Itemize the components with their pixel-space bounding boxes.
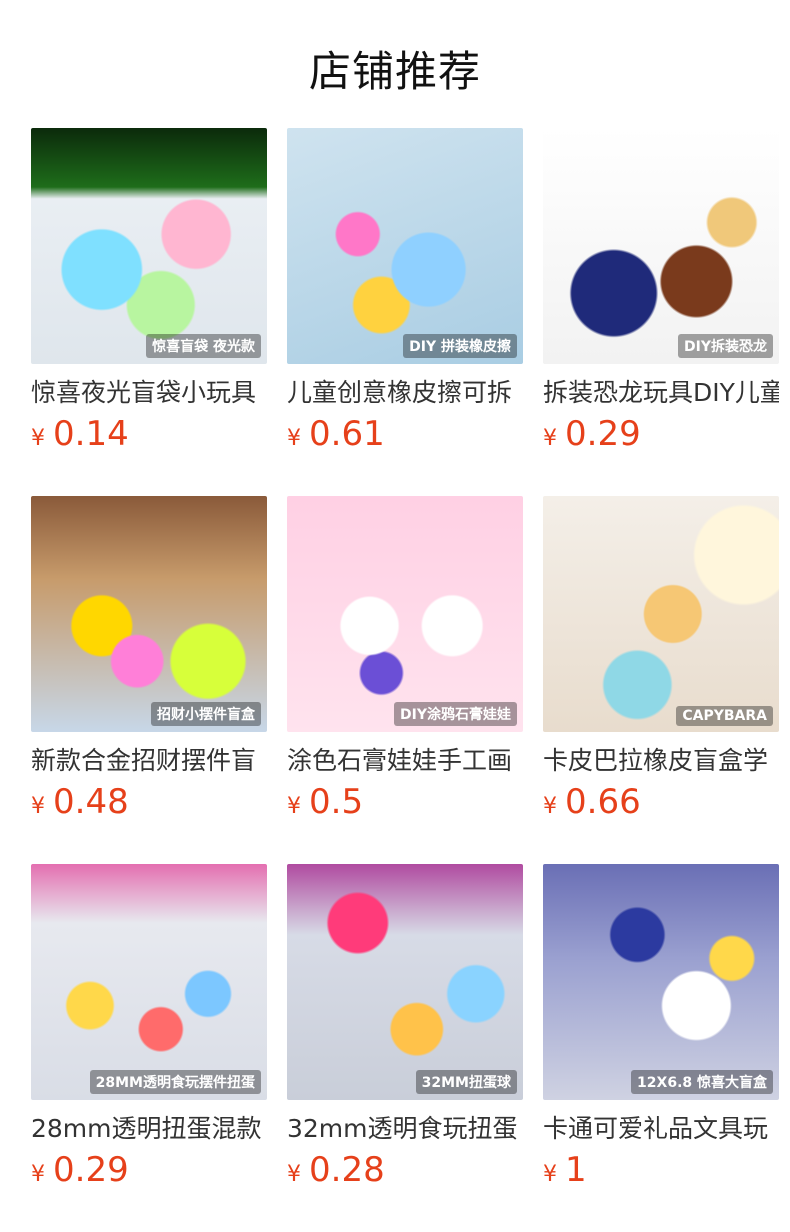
product-image[interactable]: 招财小摆件盲盒 (31, 496, 267, 732)
price-value: 0.61 (309, 414, 385, 454)
page-title: 店铺推荐 (308, 47, 481, 96)
product-price: ¥1 (543, 1150, 779, 1190)
product-title[interactable]: 28mm透明扭蛋混款 (31, 1112, 267, 1146)
currency-symbol: ¥ (543, 1162, 557, 1187)
product-image[interactable]: DIY拆装恐龙 (543, 128, 779, 364)
product-card[interactable]: 32MM扭蛋球 32mm透明食玩扭蛋 ¥0.28 (287, 864, 523, 1232)
product-image-caption: 12X6.8 惊喜大盲盒 (631, 1070, 773, 1094)
currency-symbol: ¥ (543, 426, 557, 451)
product-image-caption: 28MM透明食玩摆件扭蛋 (89, 1070, 261, 1094)
product-image[interactable]: 惊喜盲袋 夜光款 (31, 128, 267, 364)
product-grid: 惊喜盲袋 夜光款 惊喜夜光盲袋小玩具 ¥0.14 DIY 拼装橡皮擦 儿童创意橡… (31, 128, 779, 1232)
page-header: 店铺推荐 (0, 0, 790, 128)
product-image[interactable]: 28MM透明食玩摆件扭蛋 (31, 864, 267, 1100)
product-card[interactable]: DIY涂鸦石膏娃娃 涂色石膏娃娃手工画 ¥0.5 (287, 496, 523, 864)
currency-symbol: ¥ (287, 426, 301, 451)
product-image[interactable]: DIY涂鸦石膏娃娃 (287, 496, 523, 732)
product-card[interactable]: 28MM透明食玩摆件扭蛋 28mm透明扭蛋混款 ¥0.29 (31, 864, 267, 1232)
product-price: ¥0.61 (287, 414, 523, 454)
currency-symbol: ¥ (287, 794, 301, 819)
product-price: ¥0.29 (31, 1150, 267, 1190)
product-price: ¥0.29 (543, 414, 779, 454)
product-price: ¥0.5 (287, 782, 523, 822)
price-value: 0.66 (565, 782, 641, 822)
price-value: 0.28 (309, 1150, 385, 1190)
price-value: 1 (565, 1150, 587, 1190)
product-price: ¥0.14 (31, 414, 267, 454)
product-image-caption: 惊喜盲袋 夜光款 (146, 334, 261, 358)
product-image-caption: DIY 拼装橡皮擦 (403, 334, 517, 358)
product-card[interactable]: DIY拆装恐龙 拆装恐龙玩具DIY儿童 ¥0.29 (543, 128, 779, 496)
product-image[interactable]: DIY 拼装橡皮擦 (287, 128, 523, 364)
product-title[interactable]: 32mm透明食玩扭蛋 (287, 1112, 523, 1146)
product-price: ¥0.28 (287, 1150, 523, 1190)
product-title[interactable]: 新款合金招财摆件盲 (31, 744, 267, 778)
currency-symbol: ¥ (31, 426, 45, 451)
price-value: 0.14 (53, 414, 129, 454)
product-title[interactable]: 涂色石膏娃娃手工画 (287, 744, 523, 778)
product-card[interactable]: DIY 拼装橡皮擦 儿童创意橡皮擦可拆 ¥0.61 (287, 128, 523, 496)
product-title[interactable]: 拆装恐龙玩具DIY儿童 (543, 376, 779, 410)
product-image[interactable]: 32MM扭蛋球 (287, 864, 523, 1100)
currency-symbol: ¥ (543, 794, 557, 819)
product-image-caption: CAPYBARA (676, 706, 773, 726)
price-value: 0.29 (565, 414, 641, 454)
price-value: 0.5 (309, 782, 364, 822)
product-title[interactable]: 惊喜夜光盲袋小玩具 (31, 376, 267, 410)
product-price: ¥0.48 (31, 782, 267, 822)
product-title[interactable]: 儿童创意橡皮擦可拆 (287, 376, 523, 410)
product-price: ¥0.66 (543, 782, 779, 822)
product-title[interactable]: 卡通可爱礼品文具玩 (543, 1112, 779, 1146)
product-card[interactable]: CAPYBARA 卡皮巴拉橡皮盲盒学 ¥0.66 (543, 496, 779, 864)
currency-symbol: ¥ (287, 1162, 301, 1187)
product-image-caption: 32MM扭蛋球 (415, 1070, 517, 1094)
product-card[interactable]: 12X6.8 惊喜大盲盒 卡通可爱礼品文具玩 ¥1 (543, 864, 779, 1232)
product-image[interactable]: 12X6.8 惊喜大盲盒 (543, 864, 779, 1100)
product-card[interactable]: 招财小摆件盲盒 新款合金招财摆件盲 ¥0.48 (31, 496, 267, 864)
product-image[interactable]: CAPYBARA (543, 496, 779, 732)
product-image-caption: DIY拆装恐龙 (678, 334, 773, 358)
product-title[interactable]: 卡皮巴拉橡皮盲盒学 (543, 744, 779, 778)
product-image-caption: 招财小摆件盲盒 (151, 702, 261, 726)
currency-symbol: ¥ (31, 794, 45, 819)
product-card[interactable]: 惊喜盲袋 夜光款 惊喜夜光盲袋小玩具 ¥0.14 (31, 128, 267, 496)
product-image-caption: DIY涂鸦石膏娃娃 (394, 702, 517, 726)
currency-symbol: ¥ (31, 1162, 45, 1187)
price-value: 0.48 (53, 782, 129, 822)
price-value: 0.29 (53, 1150, 129, 1190)
